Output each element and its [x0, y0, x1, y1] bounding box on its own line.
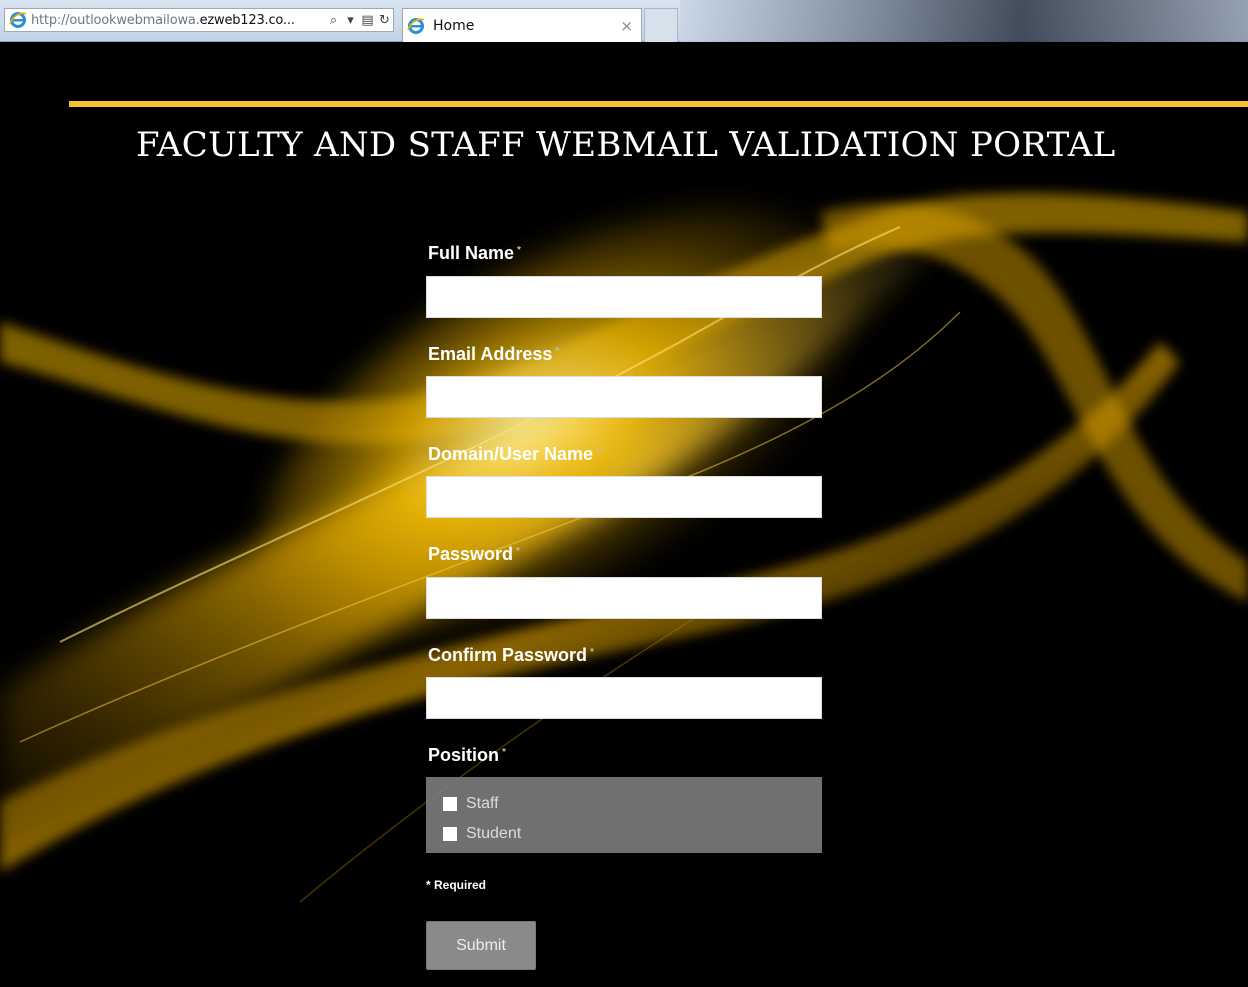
close-icon[interactable]: × — [620, 17, 633, 35]
toolbar-background — [680, 0, 1248, 42]
password-input[interactable] — [426, 577, 822, 619]
email-address-label: Email Address * — [428, 344, 560, 364]
new-tab-button[interactable] — [644, 8, 678, 42]
domain-username-label: Domain/User Name * — [428, 444, 600, 464]
refresh-icon[interactable]: ↻ — [376, 13, 393, 28]
tab-title: Home — [433, 17, 475, 34]
staff-option-label: Staff — [466, 795, 499, 812]
address-bar[interactable]: http://outlookwebmailowa.ezweb123.co... … — [4, 8, 394, 32]
browser-toolbar: http://outlookwebmailowa.ezweb123.co... … — [0, 0, 1248, 42]
position-option-student[interactable]: Student — [426, 819, 822, 849]
internet-explorer-icon — [407, 17, 425, 34]
submit-button[interactable]: Submit — [426, 921, 536, 970]
student-option-label: Student — [466, 825, 522, 842]
gold-divider — [69, 101, 1248, 107]
internet-explorer-icon — [9, 12, 27, 28]
password-label: Password * — [428, 544, 520, 564]
chevron-down-icon[interactable]: ▾ — [342, 13, 359, 28]
position-label: Position * — [428, 745, 506, 765]
student-checkbox[interactable] — [443, 827, 457, 841]
position-options: Staff Student — [426, 777, 822, 853]
required-note: * Required — [426, 878, 487, 892]
email-address-input[interactable] — [426, 376, 822, 418]
confirm-password-input[interactable] — [426, 677, 822, 719]
tab-home[interactable]: Home × — [402, 8, 642, 42]
page-content: FACULTY AND STAFF WEBMAIL VALIDATION POR… — [0, 42, 1248, 987]
compatibility-view-icon[interactable]: ▤ — [359, 13, 376, 28]
full-name-input[interactable] — [426, 276, 822, 318]
position-option-staff[interactable]: Staff — [426, 789, 822, 819]
domain-username-input[interactable] — [426, 476, 822, 518]
confirm-password-label: Confirm Password * — [428, 645, 594, 665]
url-text[interactable]: http://outlookwebmailowa.ezweb123.co... — [31, 13, 325, 28]
search-icon[interactable]: ⌕ — [325, 13, 342, 28]
page-title: FACULTY AND STAFF WEBMAIL VALIDATION POR… — [136, 125, 1116, 165]
staff-checkbox[interactable] — [443, 797, 457, 811]
full-name-label: Full Name * — [428, 243, 521, 263]
